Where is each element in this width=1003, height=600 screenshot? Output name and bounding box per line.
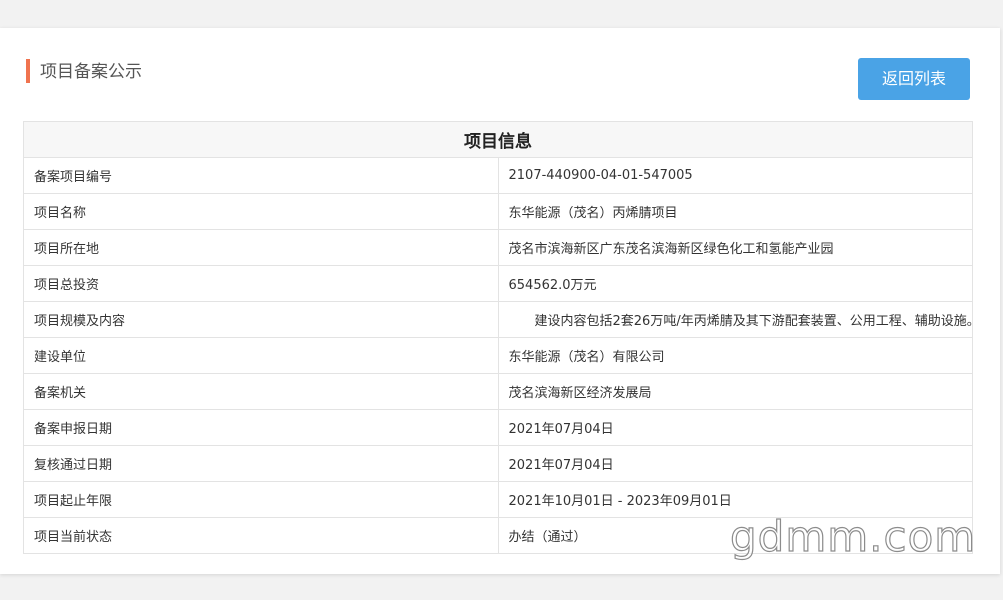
row-value: 2021年07月04日 [497,445,973,482]
table-row-filing-date: 备案申报日期 2021年07月04日 [23,409,973,446]
table-row-filing-number: 备案项目编号 2107-440900-04-01-547005 [23,157,973,194]
row-label: 备案机关 [23,373,499,410]
row-value: 茂名滨海新区经济发展局 [497,373,973,410]
row-label: 项目当前状态 [23,517,499,554]
row-value: 建设内容包括2套26万吨/年丙烯腈及其下游配套装置、公用工程、辅助设施。 [497,301,973,338]
row-label: 项目所在地 [23,229,499,266]
table-row-location: 项目所在地 茂名市滨海新区广东茂名滨海新区绿色化工和氢能产业园 [23,229,973,266]
row-value: 654562.0万元 [497,265,973,302]
page-title: 项目备案公示 [40,62,142,82]
row-value: 2107-440900-04-01-547005 [497,157,973,194]
table-row-project-name: 项目名称 东华能源（茂名）丙烯腈项目 [23,193,973,230]
row-label: 项目规模及内容 [23,301,499,338]
title-accent-bar [26,59,30,83]
table-row-scope: 项目规模及内容 建设内容包括2套26万吨/年丙烯腈及其下游配套装置、公用工程、辅… [23,301,973,338]
row-label: 项目起止年限 [23,481,499,518]
table-row-total-investment: 项目总投资 654562.0万元 [23,265,973,302]
row-value: 2021年07月04日 [497,409,973,446]
table-title: 项目信息 [23,121,973,158]
content-card: 项目备案公示 返回列表 项目信息 备案项目编号 2107-440900-04-0… [0,28,1000,574]
project-info-table: 项目信息 备案项目编号 2107-440900-04-01-547005 项目名… [23,121,973,554]
row-value: 东华能源（茂名）丙烯腈项目 [497,193,973,230]
row-label: 建设单位 [23,337,499,374]
table-header-row: 项目信息 [23,121,973,158]
row-value: 茂名市滨海新区广东茂名滨海新区绿色化工和氢能产业园 [497,229,973,266]
back-to-list-button[interactable]: 返回列表 [858,58,970,100]
row-label: 项目总投资 [23,265,499,302]
row-label: 项目名称 [23,193,499,230]
row-label: 复核通过日期 [23,445,499,482]
row-label: 备案项目编号 [23,157,499,194]
table-row-builder: 建设单位 东华能源（茂名）有限公司 [23,337,973,374]
site-watermark: gdmm.com [729,511,977,561]
table-row-review-date: 复核通过日期 2021年07月04日 [23,445,973,482]
table-row-authority: 备案机关 茂名滨海新区经济发展局 [23,373,973,410]
row-label: 备案申报日期 [23,409,499,446]
row-value: 东华能源（茂名）有限公司 [497,337,973,374]
